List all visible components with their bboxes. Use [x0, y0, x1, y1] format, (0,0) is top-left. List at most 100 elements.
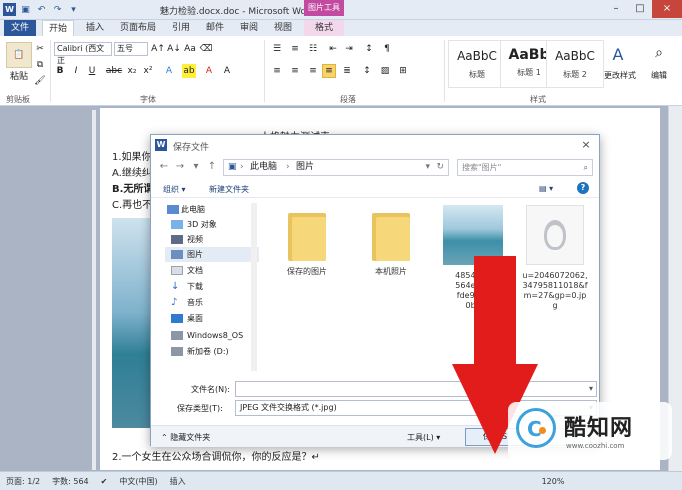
find-icon[interactable]: ⌕ [648, 42, 670, 64]
font-name-combo[interactable]: Calibri (西文正 [54, 42, 112, 65]
save-icon[interactable]: ▣ [19, 3, 32, 16]
close-button[interactable]: × [652, 0, 682, 18]
window-controls: – □ × [604, 0, 682, 18]
underline-icon[interactable]: U [86, 64, 98, 78]
borders-icon[interactable]: ⊞ [396, 64, 410, 78]
tab-mailings[interactable]: 邮件 [200, 20, 230, 36]
strikethrough-icon[interactable]: abc [106, 64, 122, 78]
style-title[interactable]: AaBbC 标题 [448, 40, 506, 88]
new-folder-button[interactable]: 新建文件夹 [209, 184, 249, 195]
style-heading-2[interactable]: AaBbC 标题 2 [546, 40, 604, 88]
change-styles-button[interactable]: 更改样式 [602, 68, 638, 82]
zoom-level[interactable]: 120% [542, 477, 565, 486]
clear-format-icon[interactable]: ⌫ [200, 42, 213, 56]
nav-item-videos[interactable]: 视频 [165, 232, 259, 247]
language[interactable]: 中文(中国) [119, 476, 157, 487]
proofing-icon[interactable]: ✔ [101, 477, 108, 486]
bold-icon[interactable]: B [54, 64, 66, 78]
char-shading-icon[interactable]: A [220, 64, 234, 78]
customize-toolbar-icon[interactable]: ▾ [67, 3, 80, 16]
refresh-icon[interactable]: ↻ [436, 160, 444, 175]
redo-icon[interactable]: ↷ [51, 3, 64, 16]
back-arrow-icon[interactable]: ← [157, 160, 171, 174]
shading-icon[interactable]: ▨ [378, 64, 392, 78]
tools-button[interactable]: 工具(L) ▾ [407, 432, 440, 443]
organize-button[interactable]: 组织 ▾ [163, 184, 186, 195]
grow-font-icon[interactable]: A↑ [151, 42, 165, 56]
nav-item-windows8-os[interactable]: Windows8_OS [165, 328, 259, 343]
view-options-icon[interactable]: ▤ ▾ [539, 184, 553, 193]
tab-format[interactable]: 格式 [304, 20, 344, 36]
sort-icon[interactable]: ↕ [362, 42, 376, 56]
paste-icon[interactable]: 📋 [6, 42, 32, 68]
nav-item-desktop[interactable]: 桌面 [165, 311, 259, 326]
breadcrumb-this-pc[interactable]: 此电脑 [250, 160, 277, 175]
tab-file[interactable]: 文件 [4, 20, 36, 36]
nav-item-pictures[interactable]: 图片 [165, 247, 259, 262]
multilevel-list-icon[interactable]: ☷ [306, 42, 320, 56]
chevron-down-icon[interactable]: ▾ [589, 382, 593, 396]
up-arrow-icon[interactable]: ↑ [205, 160, 219, 174]
insert-mode[interactable]: 插入 [170, 476, 186, 487]
filename-input[interactable]: ▾ [235, 381, 597, 397]
nav-item-drive-d[interactable]: 新加卷 (D:) [165, 344, 259, 359]
change-styles-icon[interactable]: A [606, 42, 630, 66]
address-bar[interactable]: ▣ › 此电脑 › 图片 ▾ ↻ [223, 159, 449, 176]
italic-icon[interactable]: I [70, 64, 82, 78]
numbering-icon[interactable]: ≡ [288, 42, 302, 56]
tab-page-layout[interactable]: 页面布局 [114, 20, 162, 36]
tab-review[interactable]: 审阅 [234, 20, 264, 36]
nav-item-3d-objects[interactable]: 3D 对象 [165, 217, 259, 232]
file-item-folder[interactable]: 保存的图片 [267, 205, 347, 277]
file-item-folder[interactable]: 本机照片 [351, 205, 431, 277]
subscript-icon[interactable]: x₂ [126, 64, 138, 78]
bullets-icon[interactable]: ☰ [270, 42, 284, 56]
word-count[interactable]: 字数: 564 [52, 476, 89, 487]
nav-item-documents[interactable]: 文档 [165, 263, 259, 278]
maximize-button[interactable]: □ [628, 0, 652, 18]
page-count[interactable]: 页面: 1/2 [6, 476, 40, 487]
align-right-icon[interactable]: ≡ [306, 64, 320, 78]
font-size-combo[interactable]: 五号 [114, 42, 148, 56]
hide-folders-toggle[interactable]: ⌃ 隐藏文件夹 [161, 432, 210, 443]
undo-icon[interactable]: ↶ [35, 3, 48, 16]
justify-icon[interactable]: ≡ [322, 64, 336, 78]
paste-button-label[interactable]: 粘贴 [4, 68, 34, 82]
tab-home[interactable]: 开始 [42, 20, 74, 36]
align-center-icon[interactable]: ≡ [288, 64, 302, 78]
change-case-icon[interactable]: Aa [184, 42, 196, 56]
text-effects-icon[interactable]: A [162, 64, 176, 78]
minimize-button[interactable]: – [604, 0, 628, 18]
dialog-close-button[interactable]: × [579, 138, 593, 152]
nav-item-music[interactable]: ♪ 音乐 [165, 295, 259, 310]
align-left-icon[interactable]: ≡ [270, 64, 284, 78]
decrease-indent-icon[interactable]: ⇤ [326, 42, 340, 56]
highlight-icon[interactable]: ab [182, 64, 196, 78]
show-marks-icon[interactable]: ¶ [380, 42, 394, 56]
forward-arrow-icon[interactable]: → [173, 160, 187, 174]
font-color-icon[interactable]: A [202, 64, 216, 78]
copy-icon[interactable]: ⧉ [34, 58, 46, 72]
navigation-pane-scrollbar[interactable] [251, 203, 257, 371]
increase-indent-icon[interactable]: ⇥ [342, 42, 356, 56]
document-photo[interactable] [112, 218, 154, 428]
recent-dropdown-icon[interactable]: ▾ [189, 160, 203, 174]
superscript-icon[interactable]: x² [142, 64, 154, 78]
format-painter-icon[interactable]: 🖌 [34, 74, 46, 88]
shrink-font-icon[interactable]: A↓ [167, 42, 181, 56]
dialog-title: 保存文件 [173, 143, 210, 153]
edit-button[interactable]: 编辑 [646, 68, 672, 82]
distributed-icon[interactable]: ≣ [340, 64, 354, 78]
address-dropdown-icon[interactable]: ▾ [425, 160, 430, 175]
help-icon[interactable]: ? [577, 182, 589, 194]
folder-icon [372, 209, 410, 261]
tab-references[interactable]: 引用 [166, 20, 196, 36]
nav-item-this-pc[interactable]: 此电脑 [165, 202, 259, 217]
nav-item-downloads[interactable]: ↓ 下载 [165, 279, 259, 294]
tab-insert[interactable]: 插入 [80, 20, 110, 36]
cut-icon[interactable]: ✂ [34, 42, 46, 56]
tab-view[interactable]: 视图 [268, 20, 298, 36]
breadcrumb-pictures[interactable]: 图片 [296, 160, 314, 175]
line-spacing-icon[interactable]: ↕ [360, 64, 374, 78]
search-input[interactable]: 搜索"图片" ⌕ [457, 159, 593, 176]
